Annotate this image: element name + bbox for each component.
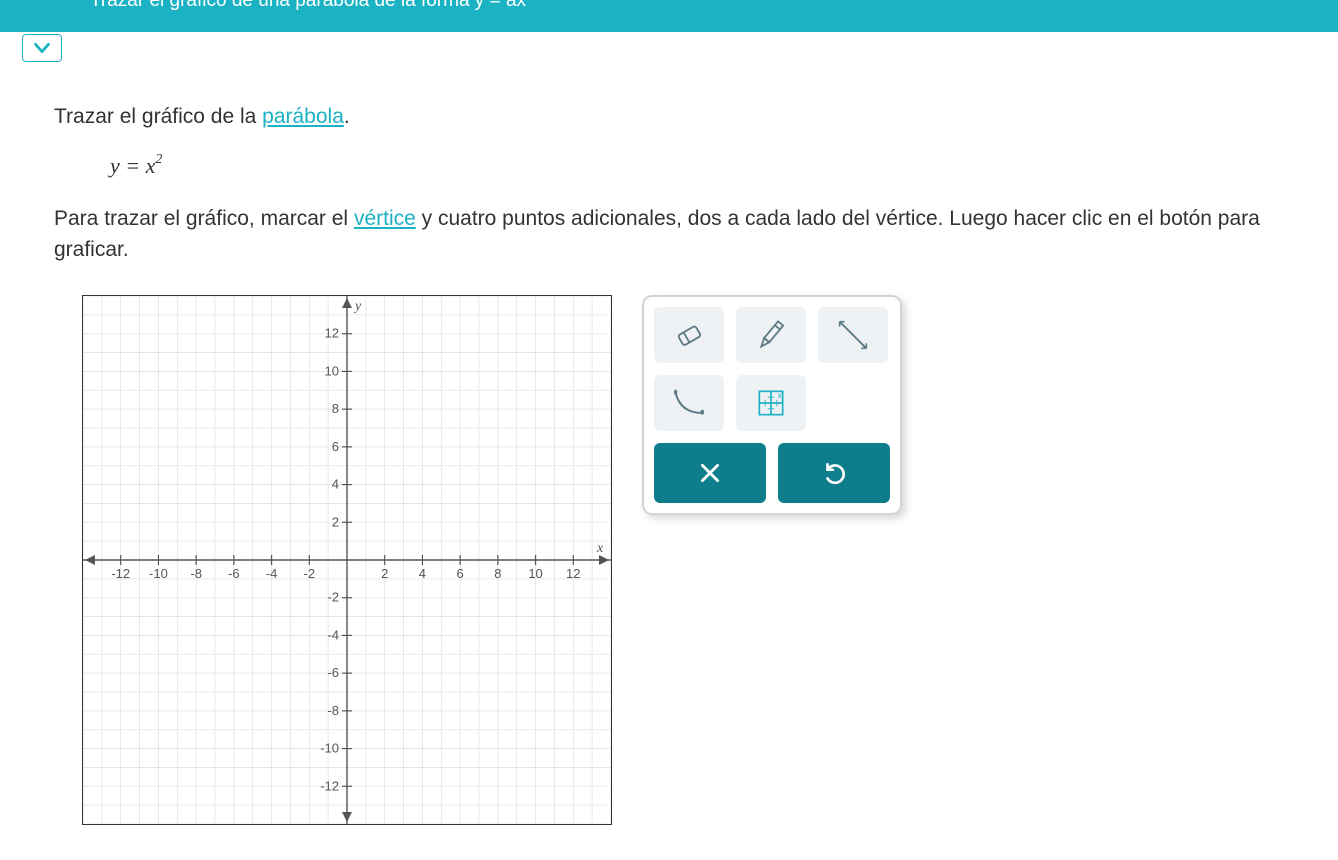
svg-text:6: 6 <box>457 566 464 581</box>
svg-text:2: 2 <box>381 566 388 581</box>
svg-text:6: 6 <box>332 439 339 454</box>
line-icon <box>833 315 873 355</box>
chevron-down-icon <box>31 37 53 59</box>
svg-text:10: 10 <box>528 566 542 581</box>
line-tool[interactable] <box>818 307 888 363</box>
svg-text:4: 4 <box>332 477 339 492</box>
page-header: Trazar el gráfico de una parábola de la … <box>0 0 1338 32</box>
svg-text:8: 8 <box>494 566 501 581</box>
close-icon <box>697 460 723 486</box>
grid-icon: x <box>751 383 791 423</box>
header-title: Trazar el gráfico de una parábola de la … <box>90 0 526 11</box>
intro-pre: Trazar el gráfico de la <box>54 105 262 128</box>
eraser-tool[interactable] <box>654 307 724 363</box>
undo-button[interactable] <box>778 443 890 503</box>
equation-body: y = x <box>110 153 155 178</box>
curve-icon <box>669 383 709 423</box>
svg-text:12: 12 <box>325 326 339 341</box>
equation: y = x2 <box>110 150 1278 182</box>
grid-snap-tool[interactable]: x <box>736 375 806 431</box>
svg-text:2: 2 <box>332 514 339 529</box>
svg-text:-12: -12 <box>320 778 339 793</box>
svg-text:-8: -8 <box>190 566 202 581</box>
curve-tool[interactable] <box>654 375 724 431</box>
parabola-link[interactable]: parábola <box>262 105 344 128</box>
svg-text:-8: -8 <box>327 703 339 718</box>
pencil-tool[interactable] <box>736 307 806 363</box>
equation-sup: 2 <box>155 152 162 167</box>
problem-body: Trazar el gráfico de la parábola. y = x2… <box>0 32 1338 845</box>
intro-post: . <box>344 105 350 128</box>
svg-text:4: 4 <box>419 566 426 581</box>
svg-text:-2: -2 <box>304 566 316 581</box>
instruction-line: Para trazar el gráfico, marcar el vértic… <box>54 204 1278 265</box>
eraser-icon <box>669 315 709 355</box>
expand-toggle[interactable] <box>22 34 62 62</box>
svg-text:10: 10 <box>325 364 339 379</box>
svg-text:-2: -2 <box>327 590 339 605</box>
clear-button[interactable] <box>654 443 766 503</box>
svg-text:y: y <box>353 299 362 314</box>
svg-text:-12: -12 <box>111 566 130 581</box>
svg-text:12: 12 <box>566 566 580 581</box>
svg-text:-4: -4 <box>327 628 339 643</box>
svg-text:-10: -10 <box>149 566 168 581</box>
pencil-icon <box>751 315 791 355</box>
svg-text:-6: -6 <box>327 665 339 680</box>
intro-line: Trazar el gráfico de la parábola. <box>54 102 1278 132</box>
vertex-link[interactable]: vértice <box>354 207 416 230</box>
svg-text:-10: -10 <box>320 741 339 756</box>
toolbox: x <box>642 295 902 515</box>
header-title-sup: 2 <box>526 0 533 2</box>
svg-text:-4: -4 <box>266 566 278 581</box>
instr-pre: Para trazar el gráfico, marcar el <box>54 207 354 230</box>
svg-text:x: x <box>596 541 604 556</box>
undo-icon <box>821 460 847 486</box>
svg-text:-6: -6 <box>228 566 240 581</box>
svg-text:8: 8 <box>332 401 339 416</box>
graph-canvas[interactable]: -12 -10 -8 -6 -4 -2 2 4 6 8 10 12 -12 -10 -8 -6 -4 -2 2 4 6 8… <box>82 295 612 825</box>
